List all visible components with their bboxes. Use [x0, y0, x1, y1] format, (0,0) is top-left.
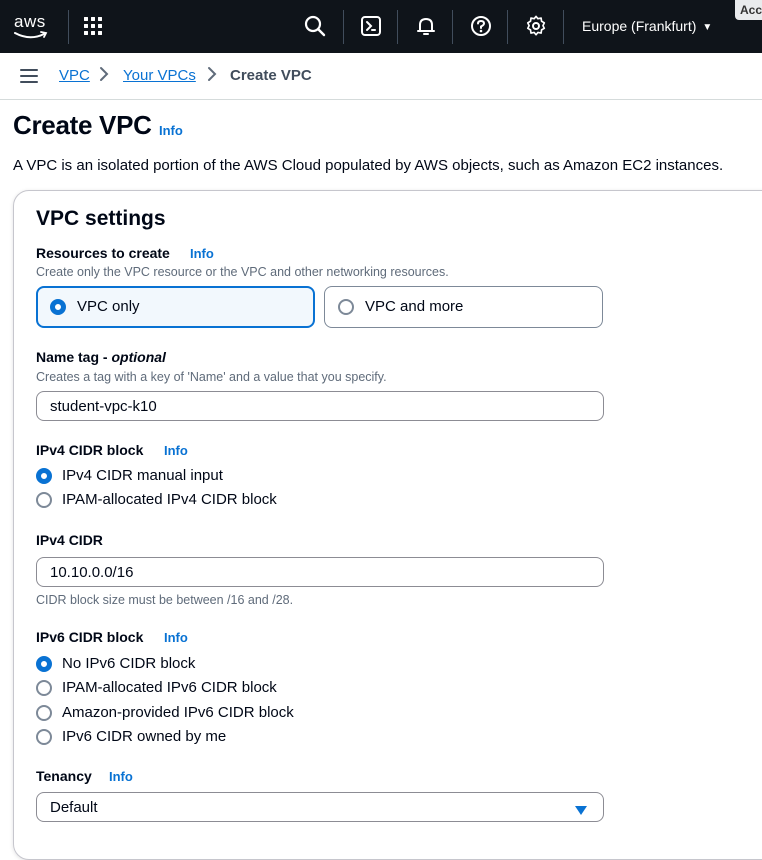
ipv4-cidr-constraint: CIDR block size must be between /16 and …	[36, 593, 294, 607]
cloudshell-icon[interactable]	[360, 15, 382, 37]
radio-unselected-icon	[338, 299, 354, 315]
tenancy-value: Default	[50, 799, 98, 816]
region-label: Europe (Frankfurt)	[582, 18, 697, 34]
nav-divider	[397, 10, 398, 44]
tenancy-select[interactable]: Default	[36, 792, 604, 822]
ipv4-block-label: IPv4 CIDR block	[36, 442, 144, 458]
tenancy-info-link[interactable]: Info	[109, 769, 133, 784]
region-selector[interactable]: Europe (Frankfurt) ▼	[582, 18, 712, 34]
radio-label: IPv4 CIDR manual input	[62, 467, 223, 484]
ipv4-cidr-input[interactable]: 10.10.0.0/16	[36, 557, 604, 587]
radio-selected-icon	[36, 468, 52, 484]
name-tag-optional: optional	[111, 349, 166, 365]
page-description: A VPC is an isolated portion of the AWS …	[13, 157, 724, 174]
radio-unselected-icon	[36, 680, 52, 696]
panel-title: VPC settings	[36, 207, 166, 230]
caret-down-icon: ▼	[702, 22, 713, 33]
radio-label: IPv6 CIDR owned by me	[62, 728, 227, 745]
ipv4-block-info-link[interactable]: Info	[164, 443, 188, 458]
ipv6-block-info-link[interactable]: Info	[164, 630, 188, 645]
help-icon[interactable]	[470, 15, 492, 37]
breadcrumb-vpc[interactable]: VPC	[59, 67, 90, 84]
resources-description: Create only the VPC resource or the VPC …	[36, 265, 449, 279]
caret-down-icon	[575, 802, 587, 820]
resources-label: Resources to create	[36, 245, 170, 261]
breadcrumb-create-vpc: Create VPC	[230, 67, 312, 84]
name-tag-description: Creates a tag with a key of 'Name' and a…	[36, 370, 387, 384]
page-title-info-link[interactable]: Info	[159, 123, 183, 138]
radio-selected-icon	[36, 656, 52, 672]
name-tag-input[interactable]: student-vpc-k10	[36, 391, 604, 421]
chevron-right-icon	[99, 66, 109, 86]
search-icon[interactable]	[304, 15, 326, 37]
radio-unselected-icon	[36, 729, 52, 745]
tile-vpc-and-more[interactable]: VPC and more	[324, 286, 603, 328]
nav-divider	[343, 10, 344, 44]
tenancy-label: Tenancy	[36, 768, 92, 784]
name-tag-label: Name tag - optional	[36, 349, 166, 365]
nav-divider	[68, 10, 69, 44]
tile-label: VPC and more	[365, 298, 464, 315]
ipv6-block-label: IPv6 CIDR block	[36, 629, 144, 645]
grid-icon[interactable]	[84, 17, 102, 35]
tile-vpc-only[interactable]: VPC only	[36, 286, 315, 328]
resources-info-link[interactable]: Info	[190, 246, 214, 261]
nav-divider	[563, 10, 564, 44]
tile-label: VPC only	[77, 298, 140, 315]
radio-label: No IPv6 CIDR block	[62, 655, 196, 672]
logo-text: aws	[14, 12, 46, 31]
radio-label: IPAM-allocated IPv4 CIDR block	[62, 491, 277, 508]
name-tag-label-text: Name tag	[36, 349, 100, 365]
radio-label: Amazon-provided IPv6 CIDR block	[62, 704, 294, 721]
page-title: Create VPC	[13, 110, 152, 140]
menu-icon[interactable]	[20, 69, 38, 83]
radio-unselected-icon	[36, 492, 52, 508]
radio-selected-icon	[50, 299, 66, 315]
radio-unselected-icon	[36, 705, 52, 721]
bell-icon[interactable]	[415, 15, 437, 37]
gear-icon[interactable]	[525, 15, 547, 37]
nav-divider	[507, 10, 508, 44]
ipv4-cidr-label: IPv4 CIDR	[36, 532, 103, 548]
breadcrumb-bar	[0, 53, 762, 100]
nav-divider	[452, 10, 453, 44]
top-navigation: aws Europe (Frankfurt) ▼ Acc	[0, 0, 762, 53]
radio-label: IPAM-allocated IPv6 CIDR block	[62, 679, 277, 696]
account-menu[interactable]: Acc	[735, 0, 762, 20]
aws-logo[interactable]: aws	[14, 12, 50, 40]
breadcrumb-your-vpcs[interactable]: Your VPCs	[123, 67, 196, 84]
chevron-right-icon	[207, 66, 217, 86]
